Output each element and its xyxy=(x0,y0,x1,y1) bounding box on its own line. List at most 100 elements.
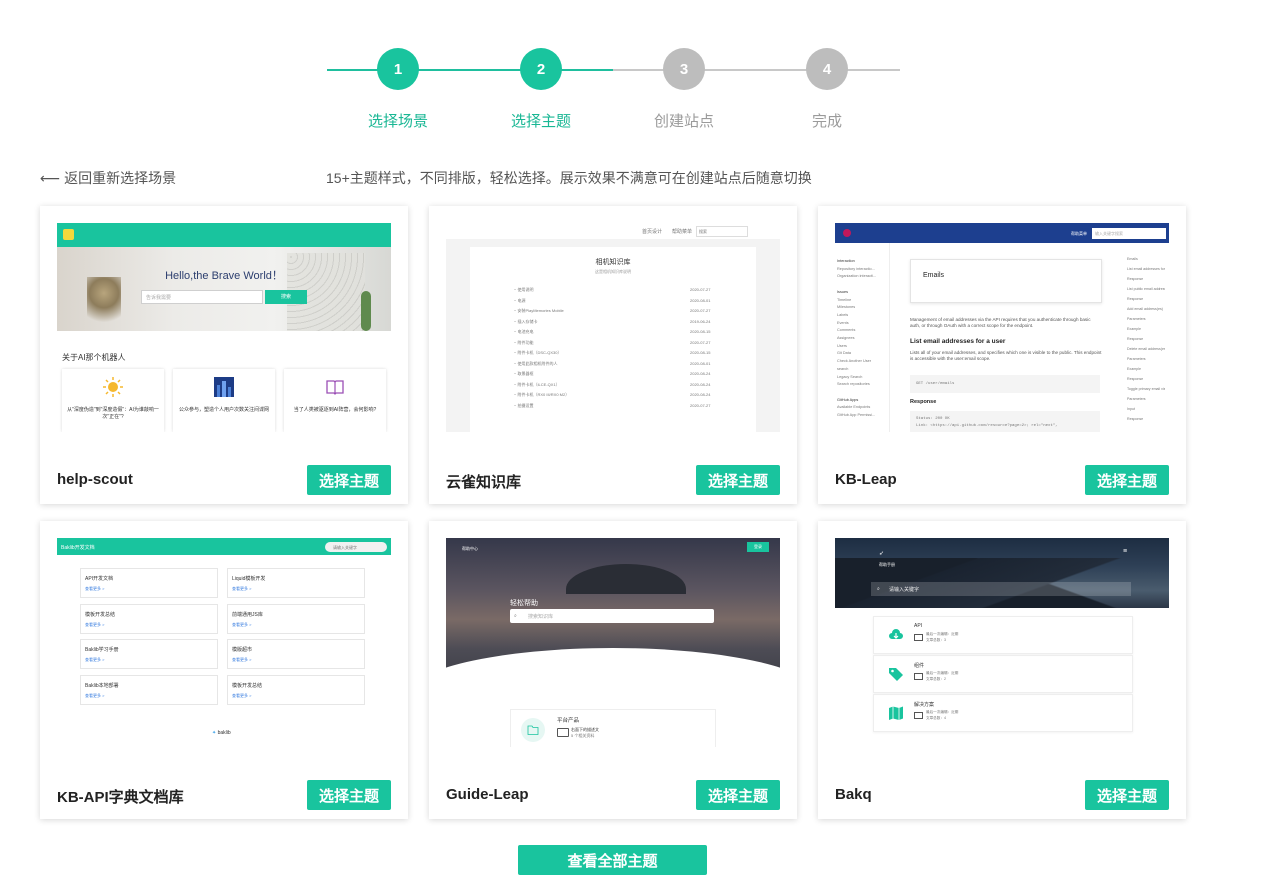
toc-item: Parameters xyxy=(1127,357,1146,361)
doc-list-date: 2020-07-27 xyxy=(690,402,711,408)
sidebar-nav: Interaction Repository interactio... Organ… xyxy=(835,243,890,432)
hero-banner xyxy=(835,538,1169,608)
toc-item: Delete email address(es) xyxy=(1127,347,1165,351)
category-row: 解决方案 最后一次编辑：近期 文章总数：4 xyxy=(873,694,1133,732)
sidebar-item: Labels xyxy=(837,312,849,317)
sidebar-item: GitHub App Permissi... xyxy=(837,413,876,417)
doc-icon xyxy=(914,634,923,641)
view-all-themes-button[interactable]: 查看全部主题 xyxy=(518,845,707,875)
view-more-link: 查看更多 > xyxy=(232,586,252,591)
logo-icon xyxy=(843,229,851,237)
search-icon: ⌕ xyxy=(877,586,880,592)
doc-box: Liquid模板开发 查看更多 > xyxy=(227,568,365,598)
doc-box: Baklib学习手册 查看更多 > xyxy=(80,639,218,669)
sidebar-item: Legacy Search xyxy=(837,374,863,379)
theme-name: help-scout xyxy=(57,471,133,488)
theme-preview: Hello,the Brave World！ 告诉我需要 搜索 关于AI那个机器… xyxy=(57,223,391,432)
doc-list-date: 2020-08-15 xyxy=(690,350,711,355)
login-button: 登录 xyxy=(747,542,769,552)
step-1-circle: 1 xyxy=(377,48,419,90)
hero-title: Hello,the Brave World！ xyxy=(165,270,283,282)
toc-item: Parameters xyxy=(1127,317,1146,321)
toc-item: Emails xyxy=(1127,257,1138,261)
step-2-label: 选择主题 xyxy=(510,113,571,130)
doc-list-item: − 电池充电 xyxy=(514,329,534,334)
search-input: ⌕ 请输入关键字 xyxy=(871,582,1131,596)
sidebar-item: Repository interactio... xyxy=(837,266,875,271)
sidebar-item: Interaction xyxy=(837,259,855,263)
sidebar-item: Users xyxy=(837,343,847,348)
choose-theme-button[interactable]: 选择主题 xyxy=(307,780,391,810)
doc-box: 前端通用JS库 查看更多 > xyxy=(227,603,365,634)
view-more-link: 查看更多 > xyxy=(85,657,105,662)
theme-subtitle: 15+主题样式，不同排版，轻松选择。展示效果不满意可在创建站点后随意切换 xyxy=(326,170,812,186)
doc-list-date: 2020-08-15 xyxy=(690,329,711,334)
theme-preview: 首页设计 帮助菜单 搜索 相机知识库 这是相机知识库说明 − 使用说明 2020-… xyxy=(446,223,780,432)
choose-theme-button[interactable]: 选择主题 xyxy=(307,465,391,495)
choose-theme-button[interactable]: 选择主题 xyxy=(1085,465,1169,495)
step-4-label: 完成 xyxy=(811,113,842,130)
category-card: 平台产品 右面下的描述文 5 个相关资料 xyxy=(510,709,716,747)
doc-list-item: − 安装PlayMemories Mobile xyxy=(514,308,564,313)
doc-list-item: − 取景器框 xyxy=(514,371,534,376)
choose-theme-button[interactable]: 选择主题 xyxy=(696,465,780,495)
view-more-link: 查看更多 > xyxy=(232,692,252,698)
view-more-link: 查看更多 > xyxy=(85,621,105,627)
sidebar-item: Available Endpoints xyxy=(837,405,871,410)
category-row: 组件 最后一次编辑：近期 文章总数：2 xyxy=(873,655,1133,693)
category-row: API 最后一次编辑：近期 文章总数：3 xyxy=(873,616,1133,654)
sidebar-item: Organization interacti... xyxy=(837,274,877,279)
theme-card-guide-leap: 帮助中心 登录 轻松帮助 ⌕ 搜索知识库 平台产品 右面下的描述文 5 个相关资… xyxy=(429,521,797,819)
sidebar-item: Issues xyxy=(837,289,848,294)
toc-item: Input xyxy=(1127,407,1135,411)
theme-preview: 帮助菜单 输入关键字搜索 Interaction Repository inter… xyxy=(835,223,1169,432)
theme-card-bakq: ➶ 帮助手册 ≡ ⌕ 请输入关键字 API 最后一次编辑：近期 文章总数：3 组… xyxy=(818,521,1186,819)
theme-name: KB-API字典文档库 xyxy=(57,789,184,806)
search-input: 告诉我需要 xyxy=(141,290,263,304)
logo-icon: ➶ xyxy=(879,551,885,557)
sidebar-item: Git Data xyxy=(837,351,851,356)
toc-item: Add email address(es) xyxy=(1127,307,1163,311)
view-more-link: 查看更多 > xyxy=(232,657,252,662)
sidebar-item: Comments xyxy=(837,328,856,333)
doc-list-item: − 使用此款相机附件的人 xyxy=(514,360,558,366)
doc-icon xyxy=(914,712,923,719)
theme-card-kb-api: Baklib开发文档 请输入关键字 API开发文档 查看更多 > Liquid模板开… xyxy=(40,521,408,819)
doc-list-item: − 附件卡机（RX0 III/RX0 M2） xyxy=(514,392,570,397)
step-4-circle: 4 xyxy=(806,48,848,90)
toc-item: Parameters xyxy=(1127,397,1146,401)
sidebar-item: Timeline xyxy=(837,297,852,302)
choose-theme-button[interactable]: 选择主题 xyxy=(1085,780,1169,810)
toc-item: Example xyxy=(1127,327,1141,331)
doc-box: Baklib本地部署 查看更多 > xyxy=(80,674,218,705)
doc-list-item: − 附件卡机（DSC-QX30） xyxy=(514,350,562,355)
toc-item: Toggle primary email visibility xyxy=(1127,387,1165,391)
search-input: 搜索 xyxy=(696,226,748,237)
theme-name: 云雀知识库 xyxy=(446,474,522,491)
doc-list-item: − 电源 xyxy=(514,297,526,303)
theme-card-kb-leap: 帮助菜单 输入关键字搜索 Interaction Repository inter… xyxy=(818,206,1186,504)
choose-theme-button[interactable]: 选择主题 xyxy=(696,780,780,810)
doc-list-date: 2020-08-01 xyxy=(690,297,711,303)
back-to-scene-link[interactable]: ⟵ 返回重新选择场景 xyxy=(40,168,176,188)
stepper: 1 2 3 4 选择场景 选择主题 创建站点 完成 xyxy=(0,0,1273,140)
kb-title: 相机知识库 xyxy=(595,259,631,266)
doc-list-item: − 拍摄设置 xyxy=(514,402,534,408)
doc-list-date: 2020-08-24 xyxy=(690,381,711,387)
bird-icon: ✦ xyxy=(212,730,217,736)
folder-icon xyxy=(521,718,545,742)
hero-banner: Hello,the Brave World！ 告诉我需要 搜索 xyxy=(57,247,391,331)
city-icon xyxy=(214,377,234,397)
theme-card-help-scout: Hello,the Brave World！ 告诉我需要 搜索 关于AI那个机器… xyxy=(40,206,408,504)
sidebar-item: search xyxy=(837,366,849,371)
doc-list-date: 2020-07-27 xyxy=(690,287,711,292)
theme-preview: ➶ 帮助手册 ≡ ⌕ 请输入关键字 API 最后一次编辑：近期 文章总数：3 组… xyxy=(835,538,1169,747)
footer-brand: ✦ baklib xyxy=(212,730,231,736)
sidebar-item: Check Another User xyxy=(837,359,871,364)
book-icon xyxy=(326,380,344,395)
doc-list-date: 2019-06-24 xyxy=(690,318,711,324)
toc-item: Response xyxy=(1127,377,1144,381)
article-tile: 从"深度伪造"到"深度造假"：AI为谁敲响一次"正在"? xyxy=(62,369,164,432)
search-button: 搜索 xyxy=(265,290,307,304)
article-tile: 公众参与，塑造个人用户次数关注间谍网 xyxy=(173,369,275,432)
